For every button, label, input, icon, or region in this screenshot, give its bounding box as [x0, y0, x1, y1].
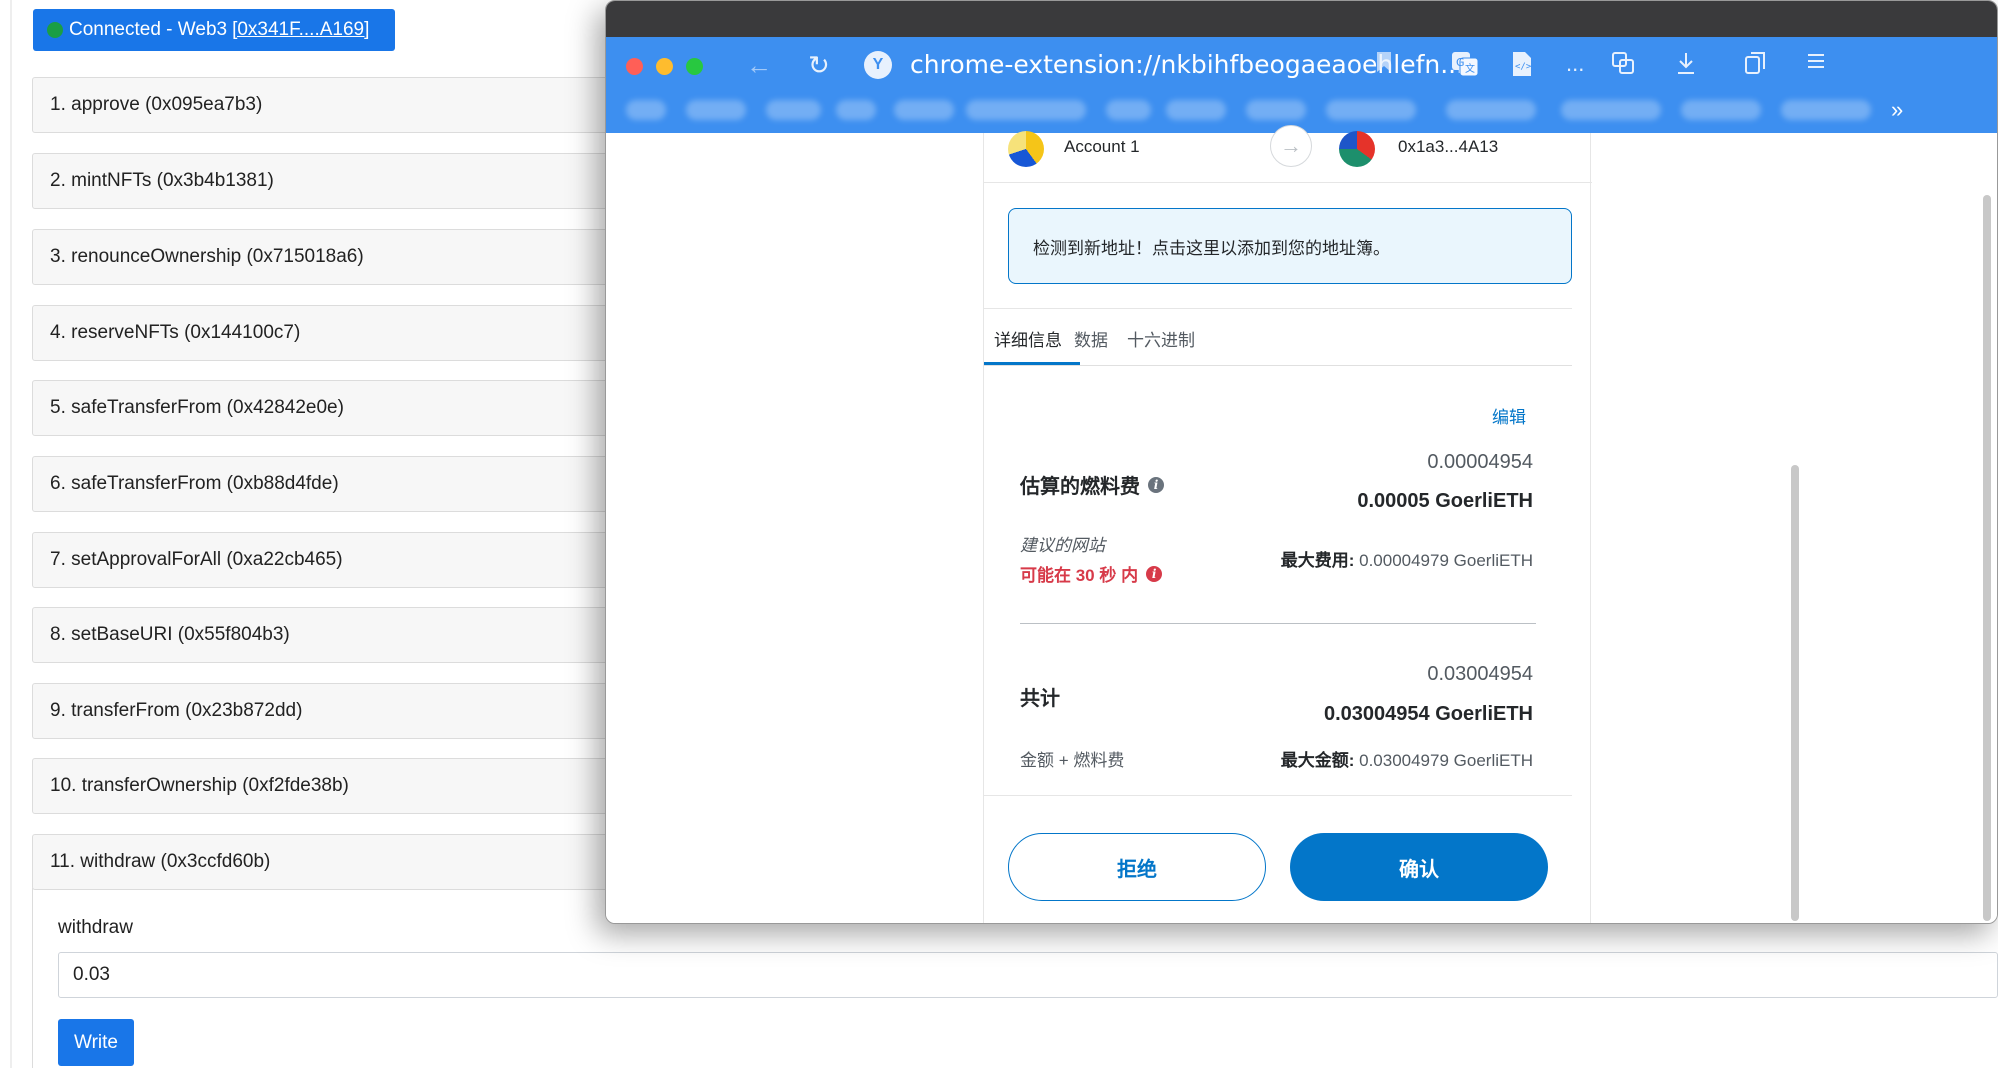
gas-fee-label: 估算的燃料费 i — [1020, 470, 1164, 499]
reject-button[interactable]: 拒绝 — [1008, 833, 1266, 901]
max-amount-label: 最大金额: — [1280, 751, 1355, 770]
total-amount: 0.03004954 — [1427, 663, 1533, 685]
svg-text:文: 文 — [1465, 62, 1475, 75]
bookmarks-overflow-icon[interactable]: » — [1891, 97, 1903, 123]
edit-gas-link[interactable]: 编辑 — [1492, 403, 1526, 428]
tab-copy-icon[interactable] — [1744, 51, 1766, 81]
bookmark-icon[interactable] — [1376, 51, 1392, 79]
function-label: 5. safeTransferFrom (0x42842e0e) — [50, 397, 344, 418]
warning-info-icon[interactable]: i — [1146, 565, 1163, 582]
tab-details[interactable]: 详细信息 — [994, 326, 1062, 351]
likely-time-label: 可能在 30 秒 内 i — [1020, 561, 1163, 586]
sender-account-name[interactable]: Account 1 — [1064, 137, 1140, 157]
window-scrollbar[interactable] — [1983, 195, 1991, 921]
minimize-window-icon[interactable] — [656, 58, 673, 75]
max-amount-line: 最大金额: 0.03004979 GoerliETH — [1281, 746, 1533, 771]
function-label: 9. transferFrom (0x23b872dd) — [50, 700, 303, 721]
recipient-address[interactable]: 0x1a3...4A13 — [1398, 137, 1498, 157]
extension-viewport: Account 1 → 0x1a3...4A13 检测到新地址！点击这里以添加到… — [606, 125, 1997, 923]
function-label: 4. reserveNFTs (0x144100c7) — [50, 322, 301, 343]
connect-label: Connected - Web3 — [69, 19, 228, 40]
footer-divider — [984, 795, 1572, 796]
tab-hex[interactable]: 十六进制 — [1127, 326, 1195, 351]
withdraw-amount-input[interactable]: 0.03 — [58, 952, 1998, 998]
total-label: 共计 — [1020, 688, 1060, 710]
write-button[interactable]: Write — [58, 1019, 134, 1066]
gas-fee-label-text: 估算的燃料费 — [1020, 476, 1140, 498]
new-address-notice[interactable]: 检测到新地址！点击这里以添加到您的地址簿。 — [1008, 208, 1572, 284]
collections-icon[interactable] — [1611, 51, 1635, 81]
page-border — [10, 0, 12, 1068]
close-window-icon[interactable] — [626, 58, 643, 75]
function-label: 2. mintNFTs (0x3b4b1381) — [50, 170, 274, 191]
max-amount-value: 0.03004979 GoerliETH — [1359, 751, 1533, 770]
amount-plus-fee-label: 金额 + 燃料费 — [1020, 751, 1125, 770]
recipient-avatar — [1339, 131, 1375, 167]
suggested-site-label: 建议的网站 — [1020, 536, 1105, 555]
reload-icon[interactable]: ↻ — [808, 50, 830, 81]
browser-toolbar: ← ↻ Y chrome-extension://nkbihfbeogaeaoe… — [606, 37, 1997, 133]
svg-text:</>: </> — [1515, 62, 1532, 72]
withdraw-param-label: withdraw — [58, 917, 133, 938]
metamask-popup-window: ← ↻ Y chrome-extension://nkbihfbeogaeaoe… — [605, 0, 1998, 924]
menu-icon[interactable] — [1806, 51, 1826, 77]
info-icon[interactable]: i — [1148, 476, 1164, 493]
connect-wallet-button[interactable]: Connected - Web3 [0x341F....A169] — [33, 9, 395, 51]
function-label: 1. approve (0x095ea7b3) — [50, 94, 263, 115]
metamask-confirm-panel: Account 1 → 0x1a3...4A13 检测到新地址！点击这里以添加到… — [983, 125, 1592, 923]
gas-fee-amount-eth: 0.00005 GoerliETH — [1357, 490, 1533, 512]
tab-data[interactable]: 数据 — [1074, 326, 1108, 351]
extension-code-icon[interactable]: </> — [1511, 51, 1533, 83]
bookmarks-bar — [626, 100, 1906, 124]
max-fee-value: 0.00004979 GoerliETH — [1359, 551, 1533, 570]
more-extensions-icon[interactable]: ... — [1566, 51, 1584, 77]
window-titlebar — [606, 1, 1997, 37]
translate-icon[interactable]: G文 — [1451, 51, 1479, 83]
function-label: 8. setBaseURI (0x55f804b3) — [50, 624, 290, 645]
section-divider — [1020, 623, 1536, 624]
function-label: 11. withdraw (0x3ccfd60b) — [50, 851, 271, 872]
arrow-right-icon: → — [1270, 125, 1312, 167]
account-avatar — [1008, 131, 1044, 167]
tabs-bottom-border — [984, 365, 1572, 366]
function-label: 10. transferOwnership (0xf2fde38b) — [50, 775, 349, 796]
gas-fee-amount: 0.00004954 — [1427, 451, 1533, 473]
sender-recipient-row: Account 1 → 0x1a3...4A13 — [984, 125, 1592, 183]
tabs-divider — [984, 308, 1572, 309]
confirm-panel-scrollbar[interactable] — [1791, 465, 1799, 921]
function-label: 6. safeTransferFrom (0xb88d4fde) — [50, 473, 339, 494]
download-icon[interactable] — [1676, 51, 1696, 81]
total-amount-eth: 0.03004954 GoerliETH — [1323, 703, 1533, 725]
connected-address-link[interactable]: [0x341F....A169] — [232, 19, 369, 41]
back-arrow-icon[interactable]: ← — [746, 50, 772, 81]
maximize-window-icon[interactable] — [686, 58, 703, 75]
likely-time-text: 可能在 30 秒 内 — [1020, 566, 1139, 585]
max-fee-label: 最大费用: — [1280, 551, 1355, 570]
confirm-button[interactable]: 确认 — [1290, 833, 1548, 901]
function-label: 7. setApprovalForAll (0xa22cb465) — [50, 549, 343, 570]
connected-status-icon — [47, 22, 63, 38]
svg-text:G: G — [1456, 56, 1465, 69]
max-fee-line: 最大费用: 0.00004979 GoerliETH — [1281, 546, 1533, 571]
site-favicon-icon: Y — [864, 51, 892, 79]
function-label: 3. renounceOwnership (0x715018a6) — [50, 246, 364, 267]
